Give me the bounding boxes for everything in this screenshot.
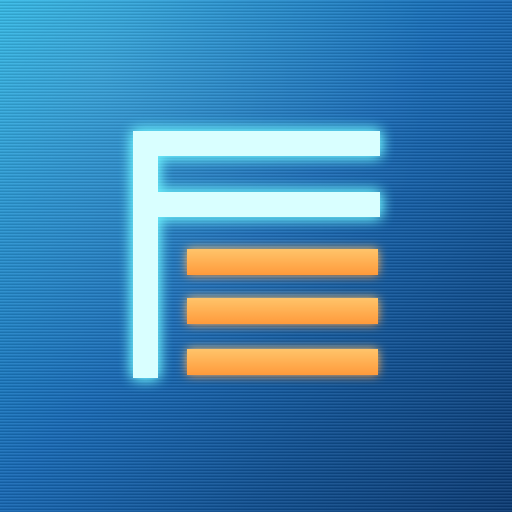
text-line-1 bbox=[187, 249, 378, 275]
frame-left-bar bbox=[133, 131, 158, 378]
text-line-3 bbox=[187, 349, 378, 375]
frame-top-bar bbox=[133, 131, 380, 156]
app-icon bbox=[0, 0, 512, 512]
frame-mid-bar bbox=[133, 192, 380, 217]
text-lines bbox=[187, 249, 378, 375]
document-list-icon bbox=[133, 131, 380, 378]
text-line-2 bbox=[187, 298, 378, 324]
